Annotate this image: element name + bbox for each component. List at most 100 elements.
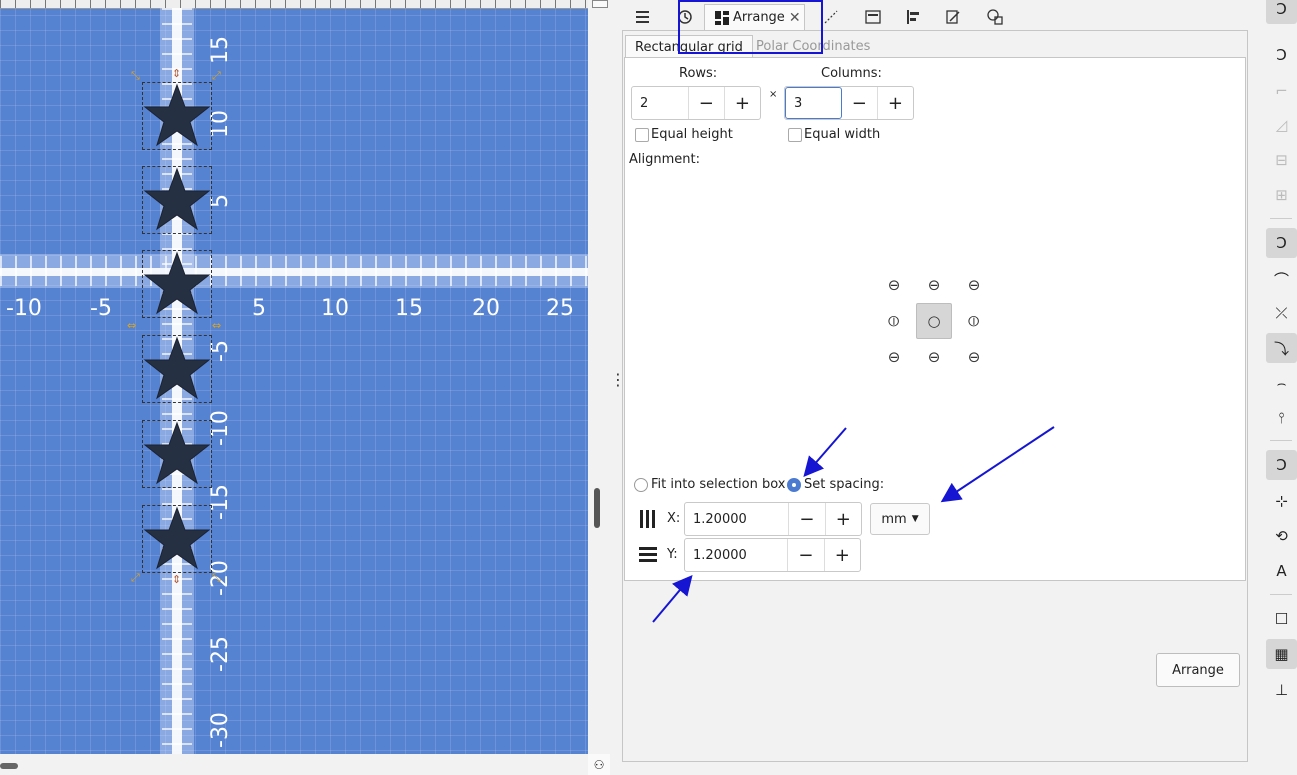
scale-handle-icon[interactable]: ⤢ <box>212 70 221 81</box>
snap-path-icon[interactable]: ⌒ <box>1266 264 1297 294</box>
align-top-right-button[interactable]: ⊖ <box>956 267 992 303</box>
star-object[interactable] <box>142 335 212 403</box>
star-object[interactable] <box>142 250 212 318</box>
toolbar-separator <box>1270 440 1292 441</box>
x-ruler-label: 5 <box>252 296 266 321</box>
shapes-tab-icon[interactable] <box>984 4 1006 30</box>
snap-rotation-center-icon[interactable]: ⟲ <box>1266 521 1297 551</box>
snap-text-baseline-icon[interactable]: A <box>1266 556 1297 586</box>
chevron-down-icon: ▼ <box>911 514 919 524</box>
columns-increment-button[interactable]: + <box>876 87 913 119</box>
snap-bbox-corner-icon[interactable]: ◿ <box>1266 110 1297 140</box>
snap-toggle-icon[interactable]: Ↄ <box>1266 0 1297 24</box>
align-tab-icon[interactable] <box>902 4 924 30</box>
units-value: mm <box>881 511 907 527</box>
x-ruler-label: -10 <box>6 296 42 321</box>
x-spacing-decrement-button[interactable]: − <box>789 503 824 535</box>
star-object[interactable] <box>142 82 212 150</box>
horizontal-scrollbar[interactable] <box>0 763 18 769</box>
snap-guide-icon[interactable]: ⊥ <box>1266 675 1297 705</box>
star-object[interactable] <box>142 505 212 573</box>
snap-bbox-edge-icon[interactable]: ⌐ <box>1266 76 1297 106</box>
snap-tab-icon[interactable] <box>820 4 842 30</box>
x-spacing-spinbutton: 1.20000 − + <box>684 502 862 536</box>
snap-others-icon[interactable]: Ↄ <box>1266 450 1297 480</box>
set-spacing-radio[interactable] <box>787 478 801 492</box>
row-spacing-icon <box>639 547 657 562</box>
stretch-handle-icon[interactable]: ⇔ <box>127 320 136 331</box>
align-middle-left-button[interactable]: ⦶ <box>876 303 912 339</box>
snap-bbox-midpoint-icon[interactable]: ⊟ <box>1266 145 1297 175</box>
vertical-scrollbar[interactable] <box>594 488 600 528</box>
rows-increment-button[interactable]: + <box>723 87 760 119</box>
alignment-label: Alignment: <box>629 152 700 167</box>
rows-decrement-button[interactable]: − <box>689 87 724 119</box>
equal-height-checkbox[interactable] <box>635 128 649 142</box>
units-dropdown[interactable]: mm ▼ <box>870 503 930 535</box>
snap-page-border-icon[interactable]: ☐ <box>1266 604 1297 634</box>
snap-nodes-icon[interactable]: Ↄ <box>1266 228 1297 258</box>
document-properties-tab-icon[interactable] <box>862 4 884 30</box>
snap-bbox-center-icon[interactable]: ⊞ <box>1266 180 1297 210</box>
x-ruler-label: 20 <box>472 296 500 321</box>
y-spacing-input[interactable]: 1.20000 <box>685 539 789 571</box>
fit-selection-label: Fit into selection box <box>651 477 786 492</box>
stretch-handle-icon[interactable]: ⇔ <box>212 320 221 331</box>
y-ruler-label: 15 <box>208 36 233 64</box>
fill-stroke-tab-icon[interactable] <box>942 4 964 30</box>
align-center-button[interactable]: ○ <box>916 303 952 339</box>
align-bottom-left-button[interactable]: ⊖ <box>876 339 912 375</box>
rows-input[interactable]: 2 <box>632 87 689 119</box>
fit-selection-radio[interactable] <box>634 478 648 492</box>
equal-height-label: Equal height <box>651 127 733 142</box>
y-spacing-label: Y: <box>667 547 678 562</box>
drawing-canvas[interactable]: -10 -5 5 10 15 20 25 15 10 5 -5 -10 -15 … <box>0 0 588 754</box>
scale-handle-icon[interactable]: ⤡ <box>131 70 140 81</box>
display-mode-icon[interactable]: ⚇ <box>588 754 610 775</box>
snap-object-center-icon[interactable]: ⊹ <box>1266 486 1297 516</box>
y-spacing-increment-button[interactable]: + <box>823 539 860 571</box>
equal-width-label: Equal width <box>804 127 881 142</box>
y-spacing-spinbutton: 1.20000 − + <box>684 538 861 572</box>
corner-button[interactable] <box>592 0 608 8</box>
x-ruler-label: 15 <box>395 296 423 321</box>
star-object[interactable] <box>142 166 212 234</box>
snap-smooth-icon[interactable]: ⌢ <box>1266 368 1297 398</box>
set-spacing-label: Set spacing: <box>804 477 885 492</box>
snap-cusp-icon[interactable]: ⤵ <box>1266 333 1297 363</box>
scale-handle-icon[interactable]: ⤢ <box>131 572 140 583</box>
snap-grid-icon[interactable]: ▦ <box>1266 639 1297 669</box>
x-ruler-label: -5 <box>90 296 112 321</box>
column-spacing-icon <box>640 510 655 528</box>
annotation-highlight-box <box>678 0 823 54</box>
star-object[interactable] <box>142 420 212 488</box>
y-spacing-decrement-button[interactable]: − <box>788 539 823 571</box>
toolbar-separator <box>1270 218 1292 219</box>
snap-intersection-icon[interactable]: ⤫ <box>1266 298 1297 328</box>
panel-splitter-handle[interactable]: ⋮ <box>610 370 626 394</box>
rows-label: Rows: <box>679 66 718 81</box>
top-ruler[interactable] <box>0 0 588 9</box>
align-bottom-center-button[interactable]: ⊖ <box>916 339 952 375</box>
times-sign: × <box>769 89 778 100</box>
align-bottom-right-button[interactable]: ⊖ <box>956 339 992 375</box>
align-top-left-button[interactable]: ⊖ <box>876 267 912 303</box>
x-spacing-increment-button[interactable]: + <box>824 503 861 535</box>
equal-width-checkbox[interactable] <box>788 128 802 142</box>
rows-spinbutton: 2 − + <box>631 86 761 120</box>
align-top-center-button[interactable]: ⊖ <box>916 267 952 303</box>
align-middle-right-button[interactable]: ⦶ <box>956 303 992 339</box>
x-ruler-label: 25 <box>546 296 574 321</box>
toolbar-separator <box>1270 594 1292 595</box>
x-spacing-input[interactable]: 1.20000 <box>685 503 790 535</box>
scale-handle-icon[interactable]: ⤡ <box>212 572 221 583</box>
arrange-button[interactable]: Arrange <box>1156 653 1240 687</box>
columns-input[interactable]: 3 <box>785 87 842 119</box>
columns-label: Columns: <box>821 66 882 81</box>
objects-tab-icon[interactable] <box>632 4 654 30</box>
stretch-handle-icon[interactable]: ⇕ <box>172 68 181 79</box>
stretch-handle-icon[interactable]: ⇕ <box>172 574 181 585</box>
snap-midpoint-icon[interactable]: ⫯ <box>1266 403 1297 433</box>
columns-decrement-button[interactable]: − <box>842 87 877 119</box>
snap-bbox-icon[interactable]: Ↄ <box>1266 40 1297 70</box>
